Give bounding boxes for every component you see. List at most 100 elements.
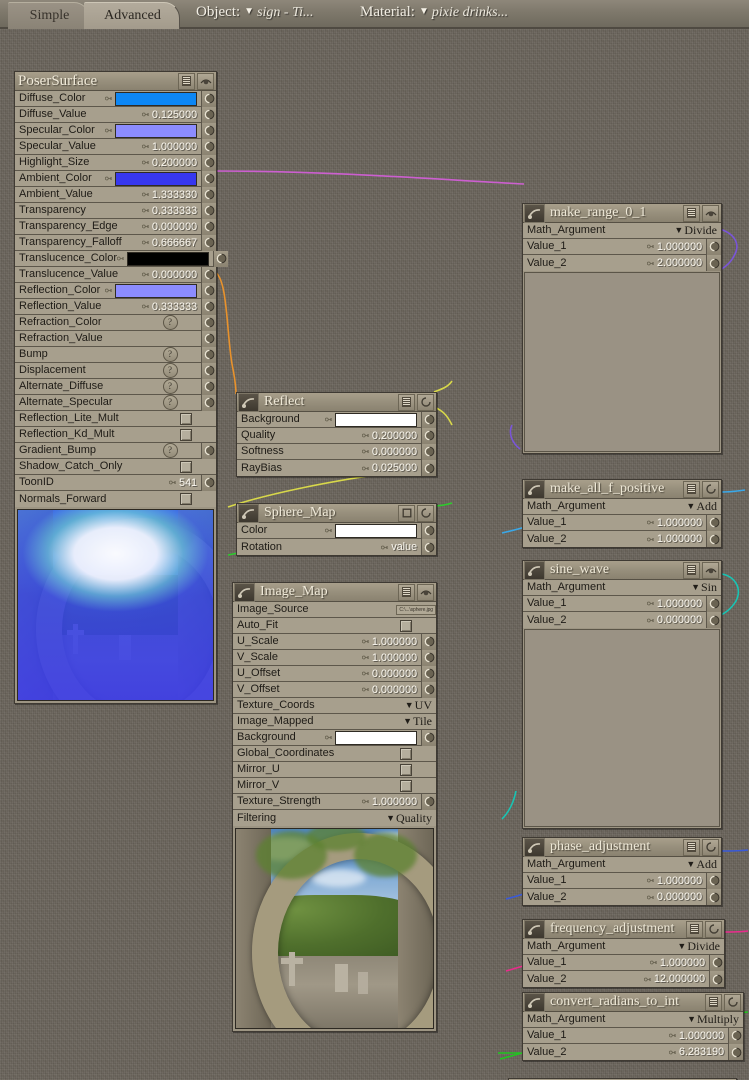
- menu-icon[interactable]: [683, 204, 700, 222]
- parameter-row[interactable]: Value_1 1.000000: [523, 595, 721, 612]
- output-plug[interactable]: [421, 427, 436, 444]
- parameter-row[interactable]: Highlight_Size 0.200000: [15, 154, 216, 171]
- input-plug-icon[interactable]: [361, 669, 369, 678]
- parameter-row[interactable]: Math_Argument ▼Sin: [523, 580, 721, 596]
- parameter-value[interactable]: 0.200000: [152, 157, 200, 169]
- parameter-row[interactable]: Shadow_Catch_Only: [15, 459, 216, 475]
- node-sphere-map[interactable]: Sphere_Map Color Rotation value: [236, 503, 437, 556]
- parameter-row[interactable]: Auto_Fit: [233, 618, 436, 634]
- dropdown-value[interactable]: ▼Tile: [403, 714, 436, 729]
- parameter-row[interactable]: Reflection_Value 0.333333: [15, 298, 216, 315]
- color-swatch[interactable]: [335, 523, 417, 538]
- color-swatch[interactable]: [115, 283, 197, 298]
- parameter-row[interactable]: Value_1 1.000000: [523, 238, 721, 255]
- dropdown-value[interactable]: ▼UV: [405, 698, 436, 713]
- parameter-row[interactable]: Refraction_Color?: [15, 314, 216, 331]
- parameter-value[interactable]: 0.125000: [152, 109, 200, 121]
- parameter-row[interactable]: Reflection_Color: [15, 282, 216, 299]
- input-plug-icon[interactable]: [361, 685, 369, 694]
- parameter-value[interactable]: 1.333330: [152, 189, 200, 201]
- parameter-row[interactable]: Math_Argument ▼Add: [523, 499, 721, 515]
- input-plug-icon[interactable]: [141, 158, 149, 167]
- material-selector[interactable]: Material: ▼ pixie drinks...: [360, 4, 508, 21]
- checkbox[interactable]: [400, 779, 412, 792]
- node-make-all-f-positive[interactable]: make_all_f_positive Math_Argument ▼Add Val…: [522, 479, 722, 548]
- output-plug[interactable]: [201, 314, 216, 331]
- input-plug-icon[interactable]: [105, 94, 112, 103]
- help-icon[interactable]: ?: [162, 379, 178, 394]
- tab-advanced[interactable]: Advanced: [84, 2, 180, 29]
- help-icon[interactable]: ?: [162, 395, 178, 410]
- parameter-value[interactable]: 1.000000: [657, 875, 705, 887]
- input-plug-icon[interactable]: [168, 478, 176, 487]
- input-plug-icon[interactable]: [361, 447, 369, 456]
- parameter-value[interactable]: 0.333333: [152, 301, 200, 313]
- output-plug[interactable]: [201, 362, 216, 379]
- output-plug[interactable]: [706, 238, 721, 255]
- output-plug[interactable]: [201, 298, 216, 315]
- parameter-value[interactable]: 0.000000: [657, 614, 705, 626]
- node-header[interactable]: sine_wave: [523, 560, 721, 580]
- output-plug[interactable]: [421, 793, 436, 810]
- shader-node-canvas[interactable]: PoserSurface Diffuse_Color Diffuse_Value 0…: [0, 29, 749, 1080]
- tab-simple[interactable]: Simple: [8, 2, 90, 29]
- parameter-value[interactable]: 1.000000: [660, 957, 708, 969]
- output-plug[interactable]: [706, 514, 721, 531]
- output-plug[interactable]: [421, 411, 436, 428]
- parameter-row[interactable]: Mirror_U: [233, 762, 436, 778]
- node-preview-pane[interactable]: [524, 272, 720, 452]
- output-plug[interactable]: [201, 346, 216, 363]
- output-plug[interactable]: [201, 202, 216, 219]
- refresh-icon[interactable]: [417, 504, 434, 522]
- parameter-row[interactable]: Specular_Value 1.000000: [15, 138, 216, 155]
- node-make-range[interactable]: make_range_0_1 Math_Argument ▼Divide Value…: [522, 203, 722, 454]
- output-plug[interactable]: [421, 665, 436, 682]
- parameter-value[interactable]: 0.200000: [372, 430, 420, 442]
- output-plug[interactable]: [421, 649, 436, 666]
- material-preview[interactable]: [17, 509, 214, 701]
- input-plug-icon[interactable]: [361, 797, 369, 806]
- output-plug[interactable]: [421, 522, 436, 539]
- output-plug[interactable]: [706, 872, 721, 889]
- input-plug-icon[interactable]: [646, 259, 654, 268]
- input-plug-icon[interactable]: [141, 222, 149, 231]
- parameter-row[interactable]: Alternate_Diffuse?: [15, 378, 216, 395]
- eye-icon[interactable]: [702, 204, 719, 222]
- input-plug-icon[interactable]: [141, 190, 149, 199]
- parameter-row[interactable]: Value_1 1.000000: [523, 514, 721, 531]
- parameter-value[interactable]: 1.000000: [657, 533, 705, 545]
- parameter-value[interactable]: 0.000000: [372, 684, 420, 696]
- parameter-row[interactable]: V_Offset 0.000000: [233, 681, 436, 698]
- input-plug-icon[interactable]: [643, 975, 651, 984]
- output-plug[interactable]: [709, 971, 724, 987]
- image-source-path[interactable]: C:\...\sphere.jpg: [396, 604, 436, 615]
- parameter-row[interactable]: Translucence_Value 0.000000: [15, 266, 216, 283]
- dropdown-value[interactable]: ▼Add: [686, 857, 721, 872]
- output-plug[interactable]: [421, 729, 436, 746]
- color-swatch[interactable]: [115, 123, 197, 138]
- output-plug[interactable]: [201, 170, 216, 187]
- parameter-row[interactable]: Texture_Strength 1.000000: [233, 793, 436, 810]
- input-plug-icon[interactable]: [668, 1048, 676, 1057]
- parameter-row[interactable]: Alternate_Specular?: [15, 394, 216, 411]
- refresh-icon[interactable]: [417, 393, 434, 411]
- refresh-icon[interactable]: [702, 838, 719, 856]
- parameter-row[interactable]: Color: [237, 522, 436, 539]
- input-plug-icon[interactable]: [646, 518, 654, 527]
- parameter-value[interactable]: 0.333333: [152, 205, 200, 217]
- input-plug-icon[interactable]: [361, 637, 369, 646]
- parameter-row[interactable]: Mirror_V: [233, 778, 436, 794]
- parameter-row[interactable]: Diffuse_Value 0.125000: [15, 106, 216, 123]
- input-plug-icon[interactable]: [381, 543, 389, 552]
- parameter-row[interactable]: U_Offset 0.000000: [233, 665, 436, 682]
- parameter-row[interactable]: Value_2 0.000000: [523, 612, 721, 628]
- parameter-value[interactable]: value: [391, 541, 420, 553]
- output-plug[interactable]: [706, 255, 721, 271]
- output-plug[interactable]: [706, 889, 721, 905]
- dropdown-value[interactable]: ▼Quality: [386, 811, 436, 826]
- node-reflect[interactable]: Reflect Background Quality 0.200000 Softnes…: [236, 392, 437, 477]
- node-poser-surface[interactable]: PoserSurface Diffuse_Color Diffuse_Value 0…: [14, 71, 229, 704]
- node-preview-pane[interactable]: [524, 629, 720, 827]
- eye-icon[interactable]: [197, 72, 214, 90]
- parameter-row[interactable]: Bump?: [15, 346, 216, 363]
